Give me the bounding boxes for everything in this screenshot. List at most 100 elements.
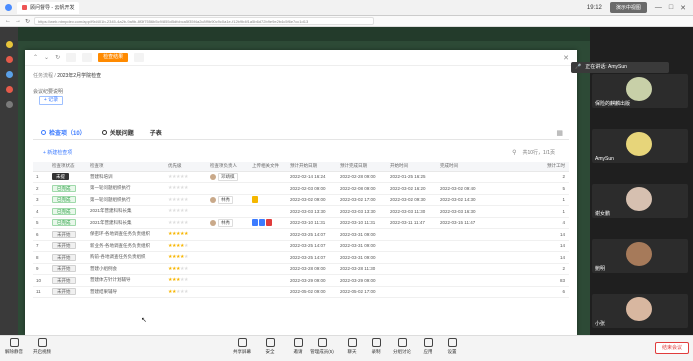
start-cell[interactable] — [387, 228, 437, 241]
col-files[interactable]: 上传相关文件 — [249, 162, 287, 172]
present-view-button[interactable]: 演示中视图 — [609, 2, 647, 13]
star-icon[interactable]: ★ — [184, 243, 188, 249]
table-row[interactable]: 8 未开始 购前-各地调查任务负责组织 ★★★★★ 2022-03-25 14:07 20… — [33, 251, 569, 264]
participant-tile[interactable]: 谢女鹏 — [592, 184, 688, 218]
owner-cell[interactable] — [207, 205, 249, 218]
table-row[interactable]: 6 未开始 保密环-各地调查任务负责组织 ★★★★★ 2022-03-25 14:07 2… — [33, 228, 569, 241]
file-icon[interactable] — [266, 219, 272, 227]
hours-cell[interactable]: 14 — [487, 251, 569, 264]
url-input[interactable]: https://web.ntmpdev.com/app/f9d401b-2345… — [34, 17, 375, 25]
status-badge[interactable]: 未开始 — [52, 253, 76, 261]
files-cell[interactable] — [249, 205, 287, 218]
hours-cell[interactable]: 2 — [487, 263, 569, 275]
star-icon[interactable]: ★ — [184, 277, 188, 283]
owner-cell[interactable] — [207, 286, 249, 298]
refresh-icon[interactable]: ↻ — [55, 54, 60, 61]
end-cell[interactable]: 2022-03-02 09:40 — [437, 182, 487, 195]
end-cell[interactable]: 2022-03-02 14:30 — [437, 194, 487, 206]
plan-end-cell[interactable]: 2022-03-31 09:00 — [337, 240, 387, 252]
plan-end-cell[interactable]: 2022-03-10 11:31 — [337, 217, 387, 229]
plan-end-cell[interactable]: 2022-03-31 09:00 — [337, 251, 387, 264]
step-3-active[interactable]: 检查结果 — [98, 53, 129, 62]
star-icon[interactable]: ★ — [184, 231, 188, 237]
hours-cell[interactable]: 6 — [487, 286, 569, 298]
browser-tab[interactable]: 顾问督导 - 云帆开发 — [17, 1, 80, 14]
owner-chip[interactable]: 林秀 — [210, 218, 233, 227]
plan-end-cell[interactable]: 2022-05-02 17:00 — [337, 286, 387, 298]
end-cell[interactable] — [437, 251, 487, 264]
status-badge[interactable]: 未开始 — [52, 265, 76, 273]
end-cell[interactable]: 2022-03-03 16:30 — [437, 205, 487, 218]
add-record-button[interactable]: + 记录 — [39, 96, 63, 105]
maximize-icon[interactable]: □ — [669, 4, 673, 11]
plan-start-cell[interactable]: 2022-05-02 09:00 — [287, 286, 337, 298]
plan-start-cell[interactable]: 2022-03-03 13:30 — [287, 205, 337, 218]
status-badge[interactable]: 已完成 — [52, 196, 76, 204]
col-plan-start[interactable]: 预计开始日期 — [287, 162, 337, 172]
files-cell[interactable] — [249, 217, 287, 229]
item-cell[interactable]: 2021年营建科科长集 — [87, 217, 165, 229]
end-cell[interactable] — [437, 171, 487, 183]
item-cell[interactable]: 营建科培训 — [87, 171, 165, 183]
status-badge[interactable]: 未开始 — [52, 288, 76, 296]
end-cell[interactable] — [437, 286, 487, 298]
plan-start-cell[interactable]: 2022-02-03 09:00 — [287, 182, 337, 195]
start-cell[interactable] — [387, 263, 437, 275]
owner-cell[interactable] — [207, 182, 249, 195]
item-cell[interactable]: 保密环-各地调查任务负责组织 — [87, 228, 165, 241]
table-row[interactable]: 5 已完成 2021年营建科科长集 ★★★★★ 林秀 2022-03-10 11:31 20… — [33, 217, 569, 229]
new-check-item-button[interactable]: + 新建检查项 — [43, 149, 72, 156]
star-icon[interactable]: ★ — [184, 220, 188, 226]
col-end[interactable]: 完成时间 — [437, 162, 487, 172]
start-cell[interactable] — [387, 286, 437, 298]
hours-cell[interactable]: 5 — [487, 182, 569, 195]
toolbar-button[interactable]: 设置 — [440, 338, 464, 355]
hours-cell[interactable]: 4 — [487, 217, 569, 229]
start-cell[interactable]: 2022-03-02 09:30 — [387, 194, 437, 206]
start-cell[interactable] — [387, 251, 437, 264]
end-cell[interactable] — [437, 228, 487, 241]
toolbar-button[interactable]: 管理成员(5) — [310, 338, 334, 355]
files-cell[interactable] — [249, 228, 287, 241]
participant-tile[interactable]: 鲍明 — [592, 239, 688, 273]
owner-chip[interactable]: 邓靖棋 — [210, 172, 238, 181]
hours-cell[interactable]: 2 — [487, 171, 569, 183]
toolbar-button[interactable]: 邀请 — [286, 338, 310, 355]
start-cell[interactable]: 2022-03-11 11:47 — [387, 217, 437, 229]
toolbar-button[interactable]: 应用 — [416, 338, 440, 355]
reload-icon[interactable]: ↻ — [25, 18, 30, 25]
priority-stars[interactable]: ★★★★★ — [168, 277, 188, 283]
end-meeting-button[interactable]: 结束会议 — [655, 342, 689, 354]
table-row[interactable]: 7 未开始 新业务-各地调查任务负责组织 ★★★★★ 2022-03-25 14:07 2… — [33, 240, 569, 252]
owner-cell[interactable]: 邓靖棋 — [207, 171, 249, 183]
plan-start-cell[interactable]: 2022-03-02 09:00 — [287, 194, 337, 206]
table-row[interactable]: 1 未提 营建科培训 ★★★★★ 邓靖棋 2022-02-14 16:24 2022-02-… — [33, 171, 569, 183]
layout-icon[interactable]: ▦ — [556, 129, 563, 137]
item-cell[interactable]: 购前-各地调查任务负责组织 — [87, 251, 165, 264]
owner-chip[interactable]: 林秀 — [210, 195, 233, 204]
files-cell[interactable] — [249, 240, 287, 252]
file-icon[interactable] — [252, 196, 258, 204]
sidebar-more-icon[interactable] — [5, 101, 13, 108]
step-4[interactable] — [134, 53, 145, 62]
end-cell[interactable] — [437, 274, 487, 287]
start-cell[interactable]: 2022-03-03 11:30 — [387, 205, 437, 218]
priority-stars[interactable]: ★★★★★ — [168, 289, 188, 295]
search-icon[interactable]: ⚲ — [512, 149, 516, 156]
end-cell[interactable]: 2022-03-15 11:47 — [437, 217, 487, 229]
owner-cell[interactable] — [207, 240, 249, 252]
owner-cell[interactable] — [207, 274, 249, 287]
sidebar-alert-icon[interactable] — [5, 56, 13, 63]
priority-stars[interactable]: ★★★★★ — [168, 231, 188, 237]
plan-start-cell[interactable]: 2022-03-10 11:31 — [287, 217, 337, 229]
table-row[interactable]: 9 未开始 营建小组例会 ★★★★★ 2022-03-28 09:00 2022-03-2… — [33, 263, 569, 275]
owner-cell[interactable] — [207, 263, 249, 275]
plan-end-cell[interactable]: 2022-03-02 17:00 — [337, 194, 387, 206]
file-icon[interactable] — [259, 219, 265, 227]
priority-stars[interactable]: ★★★★★ — [168, 174, 188, 180]
sidebar-app-icon[interactable] — [5, 71, 13, 78]
participant-tile[interactable]: 保险的麒麟出版 — [592, 74, 688, 108]
priority-stars[interactable]: ★★★★★ — [168, 185, 188, 191]
files-cell[interactable] — [249, 251, 287, 264]
plan-end-cell[interactable]: 2022-02-28 09:00 — [337, 171, 387, 183]
